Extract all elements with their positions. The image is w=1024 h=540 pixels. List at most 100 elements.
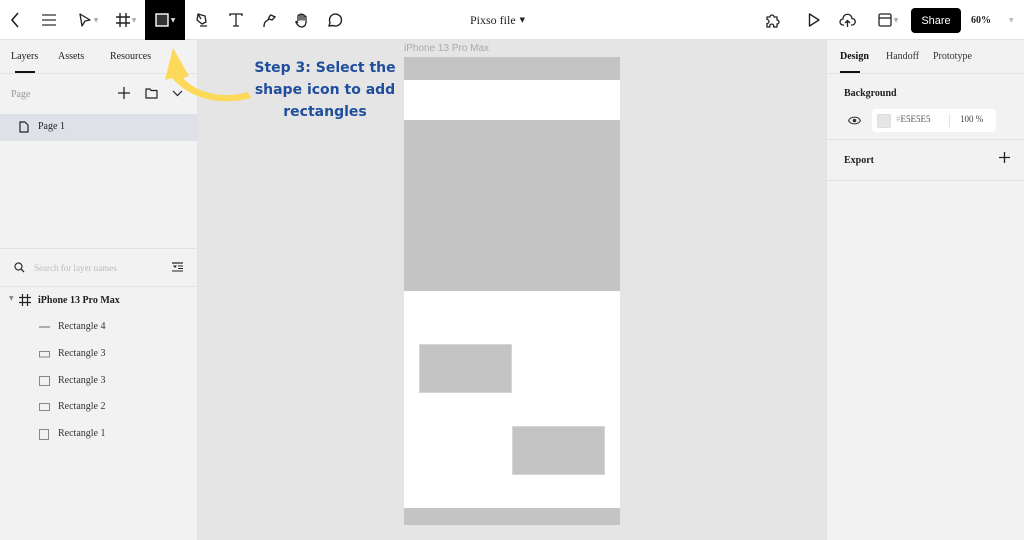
frame-hash-icon <box>115 13 130 27</box>
right-panel-tabs: Design Handoff Prototype <box>827 40 1024 74</box>
square-icon <box>39 429 49 440</box>
rectangle-icon <box>154 13 169 27</box>
shape-tool-button[interactable]: ▼ <box>145 0 185 40</box>
layout-panel-icon <box>878 13 892 27</box>
right-panel: Design Handoff Prototype Background #E5E… <box>826 40 1024 540</box>
chevron-down-icon: ▼ <box>93 16 99 24</box>
active-tab-indicator <box>840 71 860 73</box>
move-tool-button[interactable]: ▼ <box>74 0 102 40</box>
layer-item[interactable]: Rectangle 3 <box>0 371 198 391</box>
chevron-down-icon: ▼ <box>893 16 899 24</box>
plus-icon[interactable] <box>999 152 1010 163</box>
back-button[interactable] <box>4 0 26 40</box>
chevron-down-icon: ▼ <box>170 16 176 24</box>
divider <box>949 114 950 127</box>
artboard-iphone-13-pro-max[interactable] <box>404 57 620 525</box>
play-icon <box>808 13 820 27</box>
layer-item-label: Rectangle 3 <box>58 375 106 386</box>
text-tool-button[interactable] <box>226 0 246 40</box>
bottom-bar-rectangle[interactable] <box>404 508 620 525</box>
hamburger-menu-icon <box>42 14 56 26</box>
tab-resources[interactable]: Resources <box>110 51 151 62</box>
plus-icon <box>118 87 130 99</box>
cursor-arrow-icon <box>79 13 91 27</box>
hex-value[interactable]: #E5E5E5 <box>896 114 931 124</box>
layer-search-bar <box>0 249 198 287</box>
line-icon <box>39 326 50 328</box>
background-title: Background <box>844 88 897 99</box>
layer-search-input[interactable] <box>34 260 164 276</box>
annotation-line: shape icon to add <box>254 82 396 98</box>
layer-item-label: Rectangle 2 <box>58 401 106 412</box>
tab-assets[interactable]: Assets <box>58 51 84 62</box>
file-title-dropdown[interactable]: Pixso file ▼ <box>470 0 525 40</box>
cloud-upload-icon <box>838 13 856 27</box>
wide-rectangle-icon <box>39 351 50 358</box>
layer-item-label: Rectangle 1 <box>58 428 106 439</box>
present-button[interactable] <box>805 0 823 40</box>
opacity-value[interactable]: 100 % <box>960 114 983 124</box>
hand-tool-button[interactable] <box>292 0 312 40</box>
pencil-tool-button[interactable] <box>258 0 280 40</box>
puzzle-icon <box>765 13 780 28</box>
annotation-arrow-icon <box>165 48 251 102</box>
tab-layers[interactable]: Layers <box>11 51 38 62</box>
layer-item[interactable]: Rectangle 1 <box>0 424 198 444</box>
chevron-down-icon: ▼ <box>519 16 526 24</box>
export-section: Export <box>827 140 1024 181</box>
frame-tool-button[interactable]: ▼ <box>112 0 140 40</box>
chevron-down-icon: ▼ <box>1009 17 1014 24</box>
page-section-label: Page <box>11 89 31 100</box>
left-panel: Layers Assets Resources Page Page 1 ▼ iP… <box>0 40 198 540</box>
annotation-line: Step 3: Select the <box>254 60 396 76</box>
layer-item-label: Rectangle 4 <box>58 321 106 332</box>
annotation-line: rectangles <box>283 104 367 120</box>
tab-design[interactable]: Design <box>840 51 869 62</box>
file-title: Pixso file <box>470 12 516 27</box>
background-color-field[interactable]: #E5E5E5 100 % <box>872 109 996 132</box>
tab-prototype[interactable]: Prototype <box>933 51 972 62</box>
zoom-level-dropdown[interactable]: 60% <box>971 0 991 40</box>
hero-rectangle[interactable] <box>404 120 620 291</box>
page-icon <box>19 121 29 133</box>
filter-icon[interactable] <box>172 262 183 272</box>
search-icon <box>14 262 25 273</box>
export-title: Export <box>844 155 874 166</box>
active-tab-indicator <box>15 71 35 73</box>
frame-hash-icon <box>19 294 31 306</box>
layout-button[interactable]: ▼ <box>873 0 903 40</box>
plugins-button[interactable] <box>763 0 783 40</box>
tutorial-annotation: Step 3: Select the shape icon to add rec… <box>252 57 398 123</box>
card-rectangle-right[interactable] <box>512 426 605 475</box>
square-icon <box>39 376 50 386</box>
layer-item[interactable]: Rectangle 4 <box>0 317 198 337</box>
pen-icon <box>196 13 207 27</box>
layer-item[interactable]: Rectangle 2 <box>0 397 198 417</box>
expand-triangle-icon[interactable]: ▼ <box>9 295 14 302</box>
comment-tool-button[interactable] <box>325 0 345 40</box>
share-button[interactable]: Share <box>911 8 961 33</box>
layer-item-label: Rectangle 3 <box>58 348 106 359</box>
color-swatch[interactable] <box>877 114 891 128</box>
card-rectangle-left[interactable] <box>419 344 512 393</box>
layer-frame-row[interactable]: ▼ iPhone 13 Pro Max <box>0 291 198 311</box>
text-icon <box>229 13 243 27</box>
page-item-label: Page 1 <box>38 121 65 132</box>
chevron-left-icon <box>10 12 19 28</box>
eye-icon[interactable] <box>848 116 861 125</box>
pen-tool-button[interactable] <box>192 0 212 40</box>
add-page-button[interactable] <box>115 84 133 102</box>
pencil-path-icon <box>263 14 277 28</box>
page-item[interactable]: Page 1 <box>0 114 198 141</box>
main-menu-button[interactable] <box>38 0 60 40</box>
tab-handoff[interactable]: Handoff <box>886 51 919 62</box>
hand-icon <box>295 13 307 28</box>
status-bar-rectangle[interactable] <box>404 57 620 80</box>
chevron-down-icon: ▼ <box>131 16 137 24</box>
comment-icon <box>328 13 343 27</box>
upload-button[interactable] <box>837 0 857 40</box>
frame-label[interactable]: iPhone 13 Pro Max <box>404 43 489 54</box>
layer-item[interactable]: Rectangle 3 <box>0 344 198 364</box>
wide-rectangle-icon <box>39 403 50 411</box>
layer-frame-label: iPhone 13 Pro Max <box>38 295 120 306</box>
